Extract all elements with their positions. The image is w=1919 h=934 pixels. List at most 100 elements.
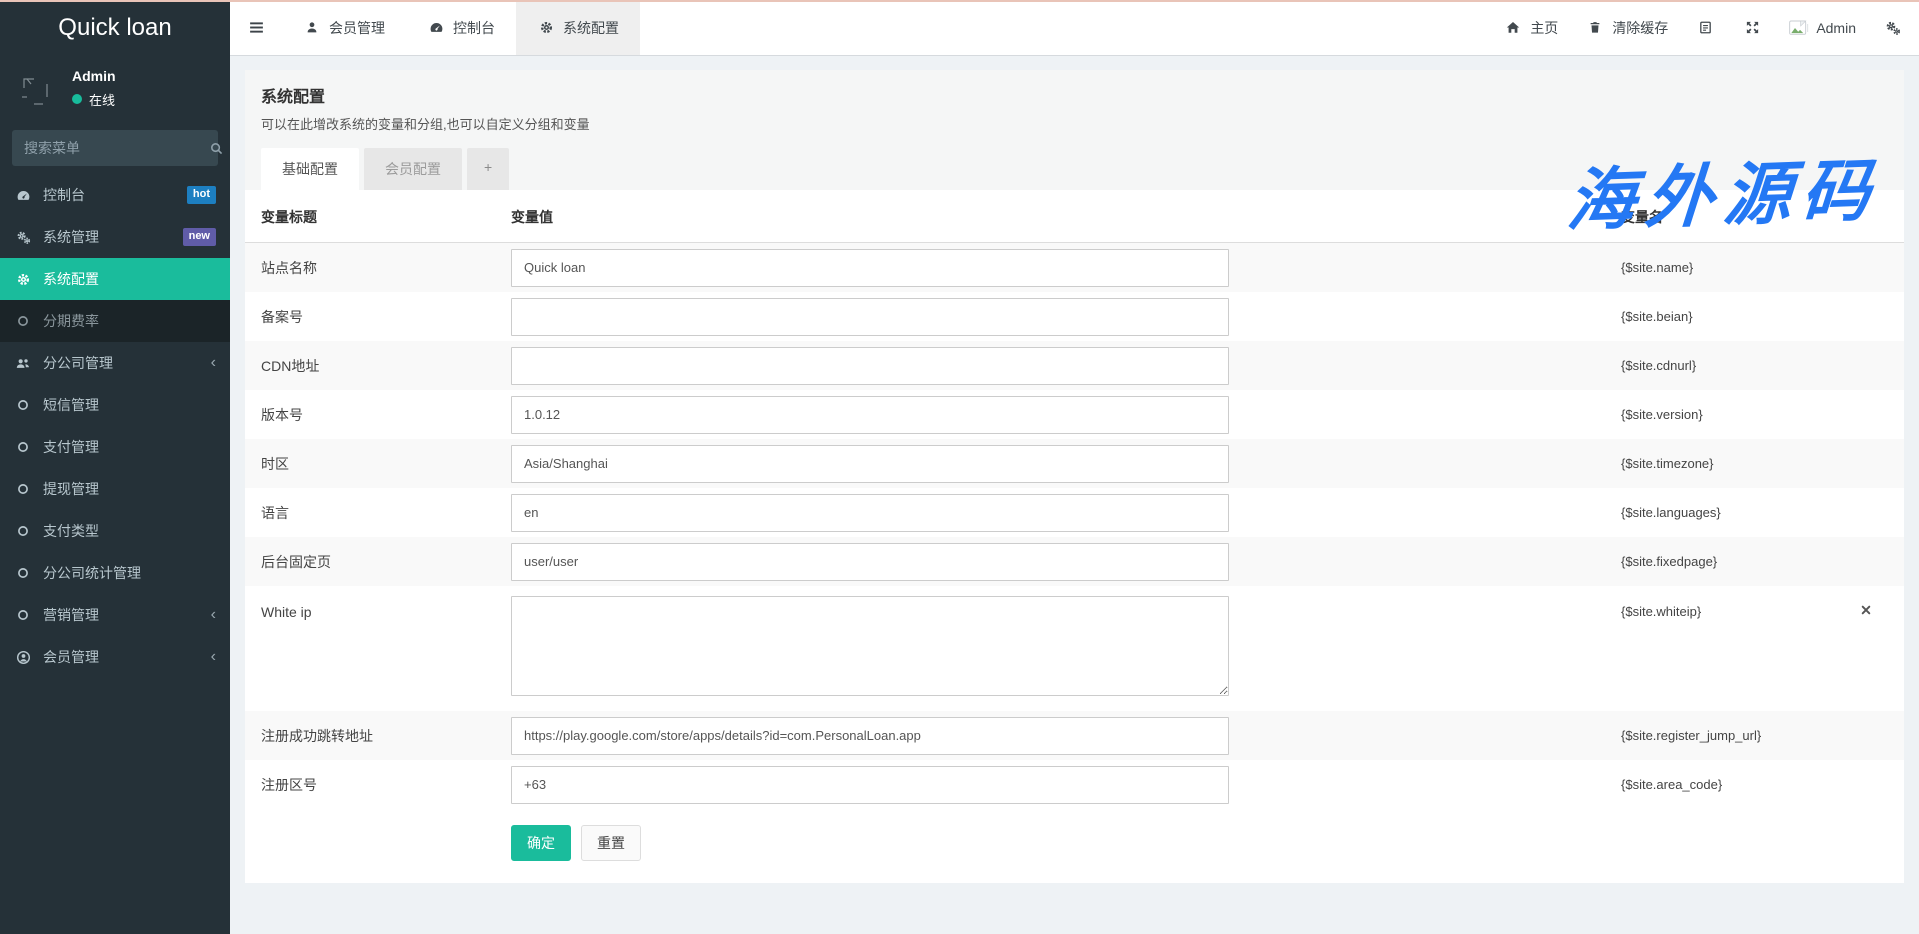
chevron-left-icon: ‹	[211, 607, 216, 623]
broken-image-icon	[1789, 20, 1809, 36]
sidebar-item[interactable]: 控制台 hot	[0, 174, 230, 216]
navbar-right: 主页 清除缓存 Admin	[1503, 0, 1919, 55]
circle-icon	[14, 481, 32, 497]
field-label: 语言	[261, 503, 511, 523]
nav-tab-label: 控制台	[453, 18, 495, 38]
sidebar-item[interactable]: 营销管理‹	[0, 594, 230, 636]
fullscreen-button[interactable]	[1742, 20, 1762, 36]
sidebar-item[interactable]: 支付类型	[0, 510, 230, 552]
field-label: 备案号	[261, 307, 511, 327]
sidebar-item-label: 会员管理	[43, 647, 99, 667]
sidebar-item-label: 控制台	[43, 185, 85, 205]
navbar-user-name: Admin	[1816, 20, 1856, 36]
form-actions: 确定 重置	[245, 809, 1904, 865]
nav-tab[interactable]: 会员管理	[282, 0, 406, 55]
delete-field-icon[interactable]	[1860, 604, 1872, 616]
sidebar-item[interactable]: 系统配置	[0, 258, 230, 300]
sidebar-item-label: 短信管理	[43, 395, 99, 415]
field-input[interactable]	[511, 766, 1229, 804]
search-icon[interactable]	[207, 140, 225, 156]
panel-body: 变量标题变量值变量名 站点名称{$site.name}备案号{$site.bei…	[245, 190, 1904, 883]
field-input[interactable]	[511, 347, 1229, 385]
field-input[interactable]	[511, 494, 1229, 532]
hamburger-menu-icon[interactable]	[230, 0, 282, 55]
badge-hot: hot	[187, 186, 216, 203]
field-value-cell	[511, 298, 1621, 336]
language-button[interactable]	[1695, 20, 1715, 36]
variable-name: {$site.languages}	[1621, 505, 1721, 520]
clear-cache-link[interactable]: 清除缓存	[1585, 18, 1668, 38]
config-tab[interactable]: 基础配置	[261, 148, 359, 190]
navbar-tabs: 会员管理 控制台 系统配置	[282, 0, 640, 55]
fullscreen-icon[interactable]	[1742, 20, 1762, 36]
clear-cache-link-label: 清除缓存	[1612, 18, 1668, 38]
page-subtitle: 可以在此增改系统的变量和分组,也可以自定义分组和变量	[261, 114, 1888, 133]
circle-icon	[14, 439, 32, 455]
nav-tab[interactable]: 控制台	[406, 0, 516, 55]
config-row: 后台固定页{$site.fixedpage}	[245, 537, 1904, 586]
admin-menu[interactable]: Admin	[1789, 20, 1856, 36]
tachometer-icon	[14, 187, 32, 203]
nav-tab-label: 系统配置	[563, 18, 619, 38]
variable-name: {$site.area_code}	[1621, 777, 1722, 792]
field-input[interactable]	[511, 298, 1229, 336]
trash-icon	[1585, 20, 1605, 36]
field-label: 注册区号	[261, 775, 511, 795]
field-input[interactable]	[511, 249, 1229, 287]
gear-icon	[537, 20, 555, 36]
gears-icon[interactable]	[1883, 20, 1903, 36]
online-dot	[72, 94, 82, 104]
online-label: 在线	[89, 90, 115, 109]
sidebar-item[interactable]: 分公司统计管理	[0, 552, 230, 594]
column-header-varname: 变量名	[1621, 207, 1663, 227]
config-row: 站点名称 {$site.name}	[245, 243, 1904, 292]
sidebar-menu: 控制台 hot 系统管理new 系统配置分期费率分公司管理‹ 短信管理支付管理提现管理支…	[0, 174, 230, 678]
home-link-label: 主页	[1530, 18, 1558, 38]
sidebar-item[interactable]: 短信管理	[0, 384, 230, 426]
chevron-left-icon: ‹	[211, 355, 216, 371]
config-row: 注册成功跳转地址{$site.register_jump_url}	[245, 711, 1904, 760]
nav-tab[interactable]: 系统配置	[516, 0, 640, 55]
add-tab-button[interactable]: +	[467, 148, 509, 190]
top-progress-line	[0, 0, 1919, 2]
user-icon	[303, 20, 321, 36]
config-tab[interactable]: 会员配置	[364, 148, 462, 190]
reset-button[interactable]: 重置	[581, 825, 641, 861]
navbar-left: 会员管理 控制台 系统配置	[230, 0, 640, 55]
menu-search-input[interactable]	[22, 139, 207, 157]
variable-name: {$site.name}	[1621, 260, 1693, 275]
field-label: 版本号	[261, 405, 511, 425]
sidebar-item[interactable]: 分公司管理‹	[0, 342, 230, 384]
sidebar: Quick loan Admin 在线 控制台hot系统管理new系统配置分期费…	[0, 0, 230, 934]
config-panel: 系统配置 可以在此增改系统的变量和分组,也可以自定义分组和变量 基础配置会员配置…	[245, 70, 1904, 883]
submit-button[interactable]: 确定	[511, 825, 571, 861]
config-group-tabs: 基础配置会员配置+	[261, 148, 1888, 190]
field-label: 站点名称	[261, 258, 511, 278]
field-input[interactable]	[511, 596, 1229, 696]
circle-icon	[14, 523, 32, 539]
config-row: 时区{$site.timezone}	[245, 439, 1904, 488]
user-avatar-broken-image-icon	[12, 64, 60, 112]
sidebar-item-label: 系统配置	[43, 269, 99, 289]
home-link[interactable]: 主页	[1503, 18, 1558, 38]
sidebar-item[interactable]: 系统管理new	[0, 216, 230, 258]
field-input[interactable]	[511, 717, 1229, 755]
variable-name: {$site.whiteip}	[1621, 604, 1701, 619]
field-input[interactable]	[511, 445, 1229, 483]
config-row: 版本号 {$site.version}	[245, 390, 1904, 439]
variable-name: {$site.version}	[1621, 407, 1703, 422]
field-value-cell	[511, 543, 1621, 581]
settings-button[interactable]	[1883, 20, 1903, 36]
field-value-cell	[511, 249, 1621, 287]
nav-tab-label: 会员管理	[329, 18, 385, 38]
field-input[interactable]	[511, 396, 1229, 434]
field-label: White ip	[261, 596, 511, 620]
language-icon[interactable]	[1695, 20, 1715, 36]
sidebar-item[interactable]: 分期费率	[0, 300, 230, 342]
sidebar-item[interactable]: 提现管理	[0, 468, 230, 510]
user-circle-icon	[14, 649, 32, 665]
sidebar-item[interactable]: 会员管理‹	[0, 636, 230, 678]
sidebar-item[interactable]: 支付管理	[0, 426, 230, 468]
field-input[interactable]	[511, 543, 1229, 581]
badge-new: new	[183, 228, 216, 245]
